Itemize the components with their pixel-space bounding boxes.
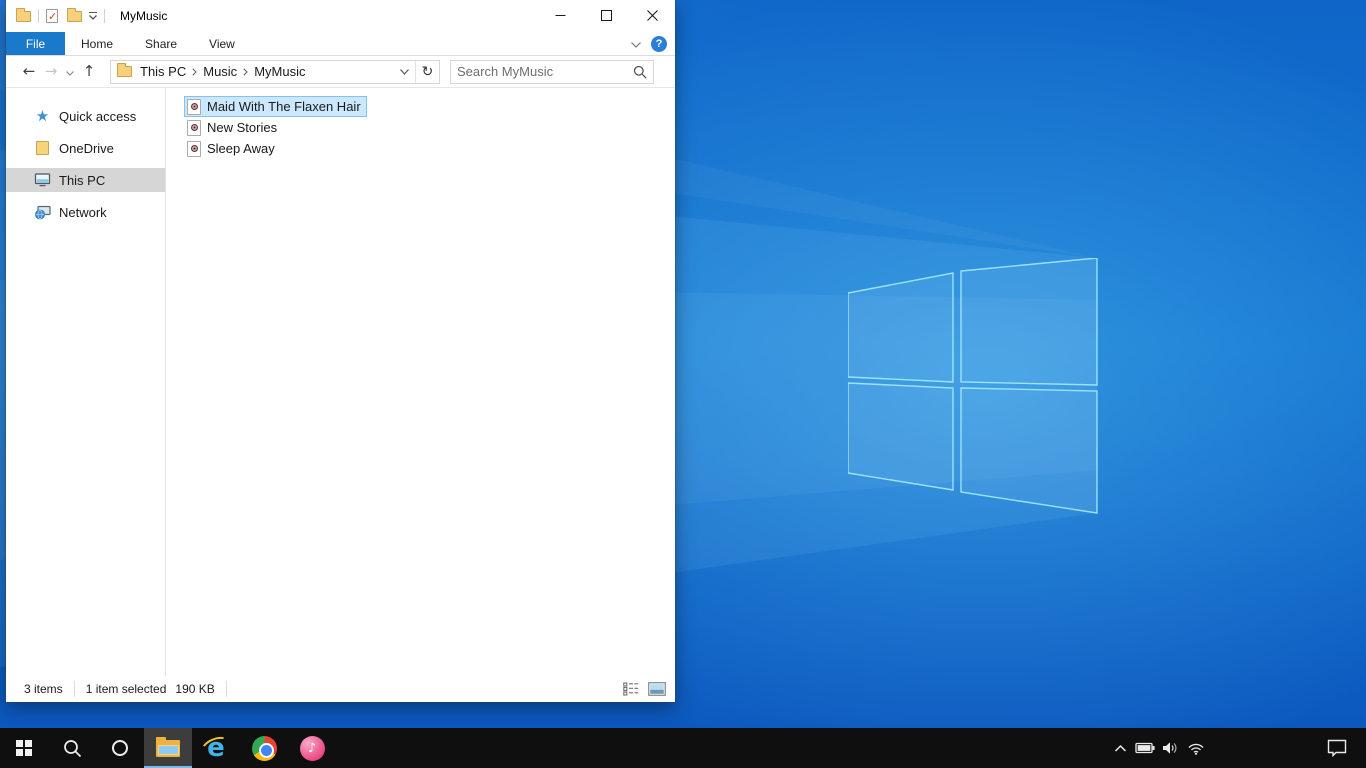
minimize-button[interactable] [537, 0, 583, 31]
file-name: Maid With The Flaxen Hair [207, 99, 361, 114]
selection-size: 190 KB [175, 682, 215, 696]
start-button[interactable] [0, 728, 48, 768]
file-item-selected[interactable]: Maid With The Flaxen Hair [184, 96, 367, 117]
address-folder-icon [117, 63, 132, 77]
window-folder-icon [16, 7, 31, 22]
expand-ribbon-icon[interactable] [631, 37, 641, 51]
tab-home[interactable]: Home [65, 32, 129, 55]
windows-logo [848, 258, 1098, 514]
sidebar-item-network[interactable]: Network [6, 200, 165, 224]
wifi-icon[interactable] [1183, 728, 1208, 768]
onedrive-icon [34, 140, 51, 157]
sidebar-item-onedrive[interactable]: OneDrive [6, 136, 165, 160]
search-box[interactable] [450, 59, 654, 84]
taskbar-itunes-button[interactable]: ♪ [288, 728, 336, 768]
help-icon[interactable]: ? [651, 35, 667, 52]
back-button[interactable]: ← [18, 64, 40, 79]
internet-explorer-icon: e [198, 733, 233, 763]
maximize-button[interactable] [583, 0, 629, 31]
breadcrumb-this-pc[interactable]: This PC [138, 64, 188, 79]
network-icon [34, 204, 51, 221]
search-input[interactable] [457, 64, 633, 79]
details-view-button[interactable] [621, 679, 641, 699]
divider [104, 9, 105, 23]
show-hidden-icons-button[interactable] [1108, 728, 1133, 768]
file-explorer-icon [156, 736, 180, 757]
customize-quick-access-toolbar-icon[interactable] [89, 11, 97, 21]
this-pc-monitor-icon [34, 172, 51, 189]
forward-button[interactable]: → [40, 64, 62, 79]
chevron-up-icon [1114, 744, 1127, 752]
taskbar-internet-explorer-button[interactable]: e [192, 728, 240, 768]
audio-file-icon [187, 140, 201, 157]
file-name: New Stories [207, 120, 278, 135]
windows-start-icon [16, 740, 32, 756]
taskbar: e ♪ [0, 728, 1366, 768]
address-dropdown-icon[interactable] [393, 61, 415, 83]
navigation-pane: ★ Quick access OneDrive This PC Network [6, 88, 166, 676]
action-center-icon [1327, 739, 1347, 757]
file-item[interactable]: Sleep Away [184, 138, 281, 159]
battery-status-icon[interactable] [1133, 728, 1158, 768]
tab-view[interactable]: View [193, 32, 251, 55]
divider [38, 9, 39, 23]
item-count: 3 items [24, 682, 63, 696]
cortana-button[interactable] [96, 728, 144, 768]
refresh-icon[interactable]: ↻ [415, 60, 439, 83]
taskbar-chrome-button[interactable] [240, 728, 288, 768]
divider [73, 681, 75, 697]
file-list: Maid With The Flaxen Hair New Stories Sl… [166, 88, 675, 676]
file-explorer-window: MyMusic File Home Share View ? ← → [5, 0, 676, 703]
taskbar-file-explorer-button[interactable] [144, 728, 192, 768]
close-button[interactable] [629, 0, 675, 31]
sidebar-item-label: OneDrive [59, 140, 114, 156]
breadcrumb-mymusic[interactable]: MyMusic [252, 64, 307, 79]
search-icon[interactable] [633, 65, 647, 79]
sidebar-item-label: Network [59, 204, 107, 220]
recent-locations-icon[interactable] [62, 65, 78, 79]
tab-file[interactable]: File [6, 32, 65, 55]
file-name: Sleep Away [207, 141, 275, 156]
quick-access-star-icon: ★ [35, 106, 50, 125]
sidebar-item-label: This PC [59, 172, 106, 188]
breadcrumb-music[interactable]: Music [201, 64, 239, 79]
selection-count: 1 item selected [85, 682, 167, 696]
ribbon-tab-bar: File Home Share View ? [6, 32, 675, 56]
sidebar-item-quick-access[interactable]: ★ Quick access [6, 104, 165, 128]
chrome-icon [251, 735, 277, 761]
breadcrumb-separator-icon [243, 67, 248, 76]
address-bar[interactable]: This PC Music MyMusic ↻ [110, 59, 440, 84]
search-icon [63, 739, 81, 757]
taskbar-search-button[interactable] [48, 728, 96, 768]
thumbnail-view-button[interactable] [647, 679, 667, 699]
volume-icon[interactable] [1158, 728, 1183, 768]
divider [225, 681, 227, 697]
status-bar: 3 items 1 item selected 190 KB [6, 676, 675, 702]
sidebar-item-this-pc[interactable]: This PC [6, 168, 165, 192]
sidebar-item-label: Quick access [59, 108, 137, 124]
titlebar[interactable]: MyMusic [6, 0, 675, 32]
audio-file-icon [187, 98, 201, 115]
itunes-icon: ♪ [299, 735, 325, 761]
tab-share[interactable]: Share [129, 32, 193, 55]
new-folder-icon[interactable] [67, 7, 82, 22]
audio-file-icon [187, 119, 201, 136]
breadcrumb-separator-icon [192, 67, 198, 76]
file-item[interactable]: New Stories [184, 117, 283, 138]
navigation-bar: ← → ↑ This PC Music MyMusic ↻ [6, 56, 675, 88]
cortana-icon [112, 740, 128, 756]
window-title: MyMusic [120, 9, 168, 23]
properties-icon[interactable] [46, 9, 58, 23]
up-button[interactable]: ↑ [78, 64, 100, 79]
action-center-button[interactable] [1318, 728, 1356, 768]
